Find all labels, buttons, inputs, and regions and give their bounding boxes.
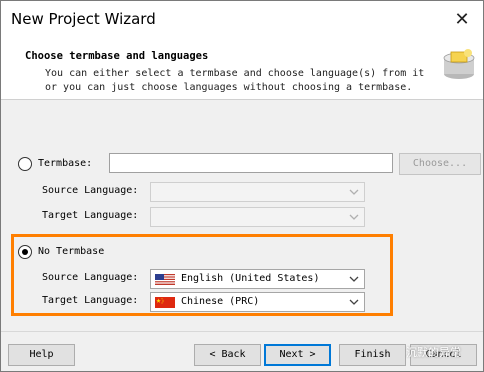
wizard-header: Choose termbase and languages You can ei… — [1, 39, 483, 100]
chevron-down-icon — [349, 276, 359, 282]
next-button-label: Next > — [279, 349, 316, 360]
no-termbase-label: No Termbase — [38, 246, 105, 257]
source-language-select[interactable]: English (United States) — [150, 269, 365, 289]
termbase-target-language-label: Target Language: — [42, 210, 139, 221]
source-language-label: Source Language: — [42, 272, 139, 283]
source-language-value: English (United States) — [181, 273, 320, 284]
target-language-label: Target Language: — [42, 295, 139, 306]
us-flag-icon — [155, 274, 175, 285]
title-bar: New Project Wizard ✕ — [1, 1, 483, 39]
watermark-text: 沉默的异常 — [406, 346, 461, 359]
china-flag-icon — [155, 297, 175, 308]
wizard-window: New Project Wizard ✕ Choose termbase and… — [0, 0, 484, 372]
header-title: Choose termbase and languages — [25, 50, 209, 62]
termbase-path-input[interactable] — [109, 153, 393, 173]
choose-button-label: Choose... — [412, 158, 468, 169]
finish-button-label: Finish — [354, 349, 391, 360]
back-button[interactable]: < Back — [194, 344, 261, 366]
footer-divider — [1, 331, 483, 332]
termbase-radio[interactable] — [18, 157, 32, 171]
header-description-line-2: or you can just choose languages without… — [45, 82, 413, 93]
termbase-source-language-label: Source Language: — [42, 185, 139, 196]
chevron-down-icon — [349, 214, 359, 220]
finish-button[interactable]: Finish — [339, 344, 406, 366]
chevron-down-icon — [349, 299, 359, 305]
termbase-label: Termbase: — [38, 158, 93, 169]
back-button-label: < Back — [209, 349, 246, 360]
help-button-label: Help — [29, 349, 54, 360]
help-button[interactable]: Help — [8, 344, 75, 366]
target-language-select[interactable]: Chinese (PRC) — [150, 292, 365, 312]
header-description-line-1: You can either select a termbase and cho… — [45, 68, 425, 79]
termbase-source-language-select[interactable] — [150, 182, 365, 202]
no-termbase-radio[interactable] — [18, 245, 32, 259]
close-icon[interactable]: ✕ — [449, 7, 475, 33]
choose-termbase-button[interactable]: Choose... — [399, 153, 481, 175]
target-language-value: Chinese (PRC) — [181, 296, 260, 307]
termbase-wizard-icon — [443, 49, 475, 79]
chevron-down-icon — [349, 189, 359, 195]
window-title: New Project Wizard — [11, 10, 156, 28]
termbase-target-language-select[interactable] — [150, 207, 365, 227]
next-button[interactable]: Next > — [264, 344, 331, 366]
